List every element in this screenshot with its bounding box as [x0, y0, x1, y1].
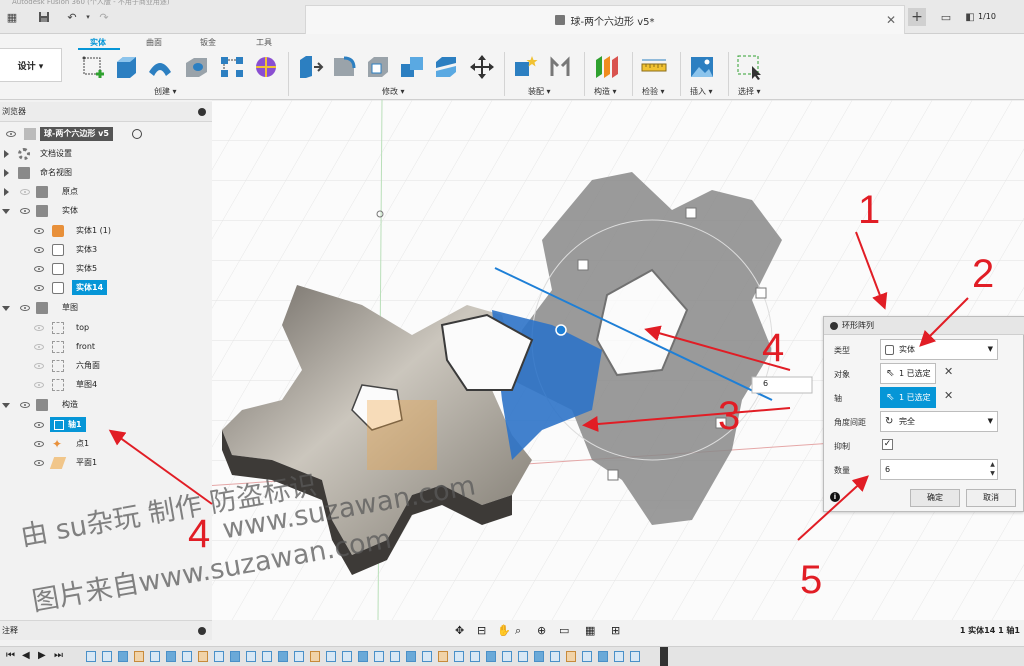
annotation-arrow-2	[919, 297, 969, 347]
annotation-number-5: 5	[800, 558, 823, 602]
annotation-arrow-1	[855, 231, 888, 310]
annotation-number-3: 3	[718, 394, 741, 438]
annotation-arrow-5	[797, 475, 869, 541]
annotation-number-4a: 4	[762, 326, 785, 370]
annotation-number-2: 2	[972, 252, 995, 296]
annotation-number-1: 1	[858, 188, 881, 232]
annotation-arrow-3	[582, 407, 791, 432]
